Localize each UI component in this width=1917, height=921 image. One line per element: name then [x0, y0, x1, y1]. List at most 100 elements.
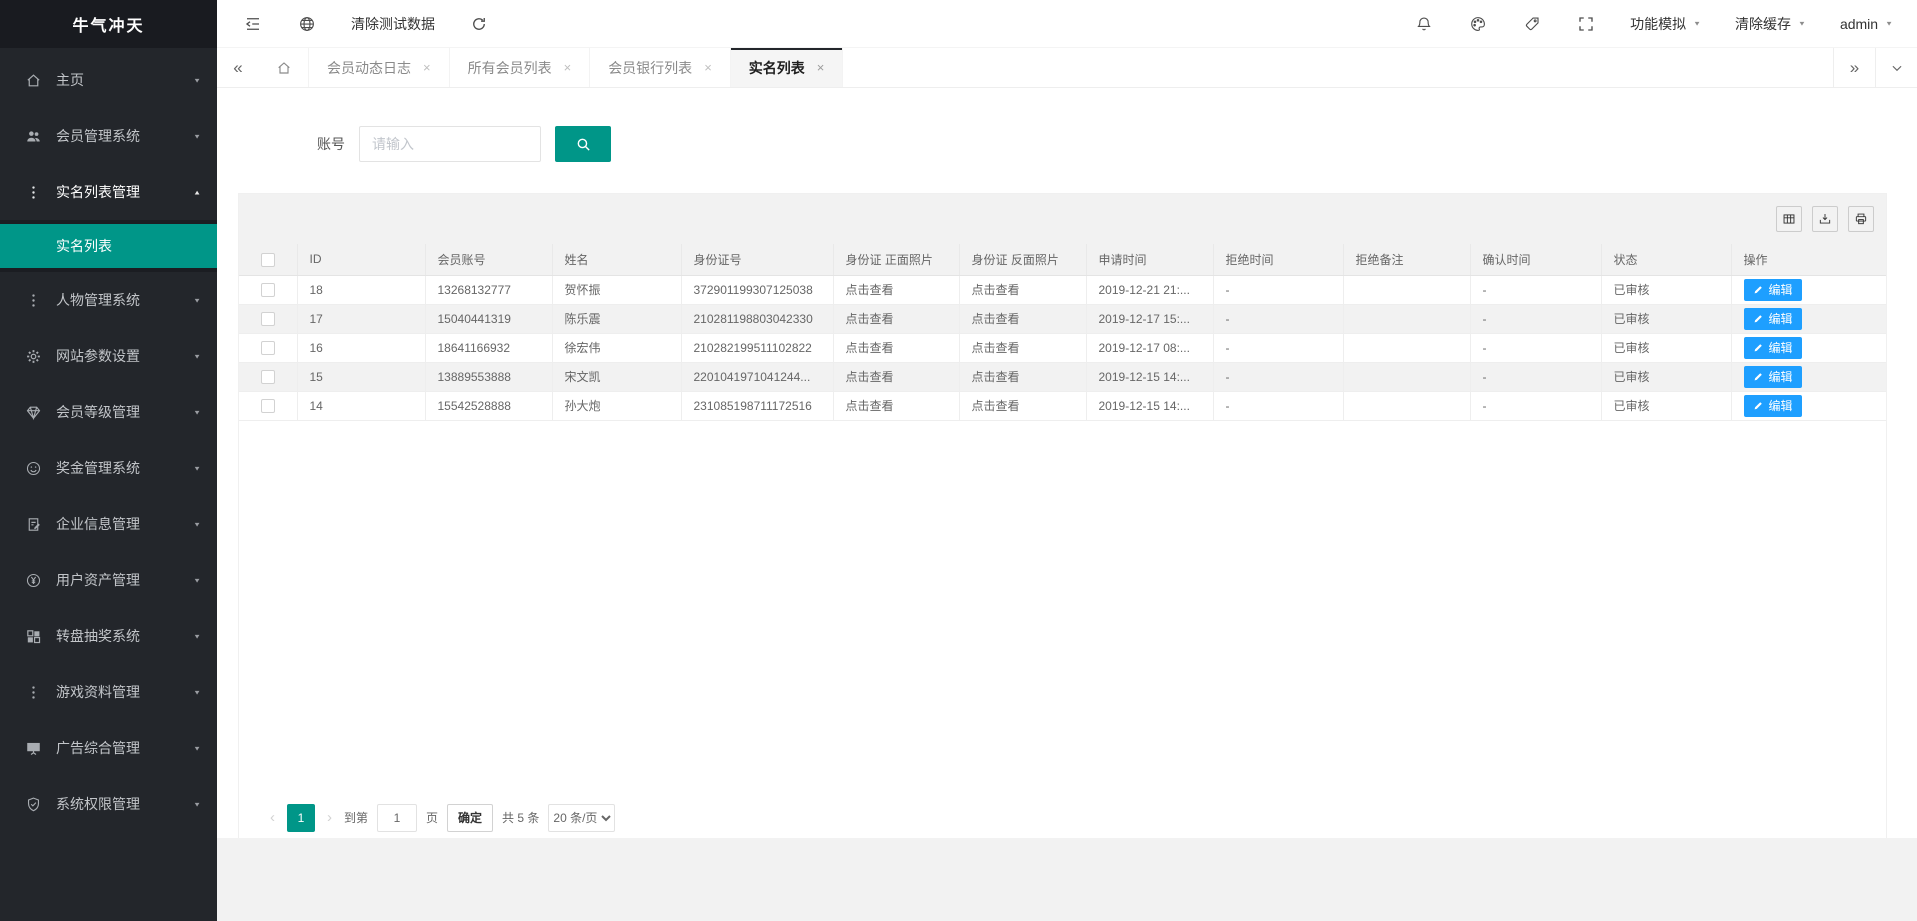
- cell-back-photo[interactable]: 点击查看: [959, 391, 1086, 420]
- caret-down-icon: ▼: [193, 576, 201, 583]
- cell-front-photo[interactable]: 点击查看: [833, 362, 959, 391]
- tabs-scroll-right-button[interactable]: »: [1833, 48, 1875, 87]
- edit-button[interactable]: 编辑: [1744, 337, 1802, 359]
- sidebar-item[interactable]: 网站参数设置▼: [0, 328, 217, 384]
- cell-front-photo[interactable]: 点击查看: [833, 391, 959, 420]
- cell-actions: 编辑: [1731, 333, 1886, 362]
- cell-id-card: 210282199511102822: [681, 333, 833, 362]
- cell-status: 已审核: [1601, 275, 1731, 304]
- search-form: 账号: [217, 88, 1917, 162]
- sidebar-item[interactable]: 主页▼: [0, 52, 217, 108]
- cell-front-photo[interactable]: 点击查看: [833, 333, 959, 362]
- cell-reject-note: [1343, 362, 1470, 391]
- cell-actions: 编辑: [1731, 304, 1886, 333]
- cell-name: 宋文凯: [552, 362, 681, 391]
- tab-close-icon[interactable]: ×: [423, 60, 431, 75]
- sidebar-item[interactable]: 游戏资料管理▼: [0, 664, 217, 720]
- cell-confirm-time: -: [1470, 275, 1601, 304]
- caret-down-icon: ▼: [193, 464, 201, 471]
- goto-page-input[interactable]: [377, 804, 417, 832]
- fullscreen-icon[interactable]: [1576, 14, 1596, 34]
- row-checkbox[interactable]: [261, 399, 275, 413]
- cell-name: 徐宏伟: [552, 333, 681, 362]
- goto-confirm-button[interactable]: 确定: [447, 804, 493, 832]
- sidebar-item-label: 转盘抽奖系统: [56, 626, 140, 646]
- topbar-left: 清除测试数据: [243, 14, 489, 34]
- home-tab[interactable]: [259, 48, 309, 87]
- home-icon: [276, 60, 292, 76]
- main-column: 清除测试数据 功能模拟: [217, 0, 1917, 921]
- clear-cache-label: 清除缓存: [1735, 14, 1791, 34]
- edit-button[interactable]: 编辑: [1744, 308, 1802, 330]
- function-simulate-menu[interactable]: 功能模拟 ▼: [1630, 14, 1701, 34]
- clear-cache-menu[interactable]: 清除缓存 ▼: [1735, 14, 1806, 34]
- tag-icon[interactable]: [1522, 14, 1542, 34]
- sidebar-item[interactable]: 转盘抽奖系统▼: [0, 608, 217, 664]
- clear-test-data-button[interactable]: 清除测试数据: [351, 14, 435, 34]
- cell-reject-time: -: [1213, 333, 1343, 362]
- search-button[interactable]: [555, 126, 611, 162]
- cell-confirm-time: -: [1470, 304, 1601, 333]
- edit-button[interactable]: 编辑: [1744, 395, 1802, 417]
- cell-back-photo[interactable]: 点击查看: [959, 362, 1086, 391]
- sidebar-item[interactable]: 实名列表管理▲: [0, 164, 217, 220]
- edit-button-label: 编辑: [1769, 281, 1793, 298]
- sidebar-item[interactable]: 人物管理系统▼: [0, 272, 217, 328]
- cell-back-photo[interactable]: 点击查看: [959, 333, 1086, 362]
- sidebar-item-label: 奖金管理系统: [56, 458, 140, 478]
- palette-icon[interactable]: [1468, 14, 1488, 34]
- export-button[interactable]: [1812, 206, 1838, 232]
- tab[interactable]: 实名列表×: [731, 48, 844, 87]
- caret-down-icon: ▼: [193, 688, 201, 695]
- page-size-select[interactable]: 20 条/页: [548, 804, 615, 832]
- globe-icon[interactable]: [297, 14, 317, 34]
- cell-confirm-time: -: [1470, 362, 1601, 391]
- caret-down-icon: ▼: [193, 800, 201, 807]
- row-checkbox[interactable]: [261, 312, 275, 326]
- admin-menu[interactable]: admin ▼: [1840, 16, 1893, 32]
- sidebar-item[interactable]: 会员等级管理▼: [0, 384, 217, 440]
- sidebar-item[interactable]: 会员管理系统▼: [0, 108, 217, 164]
- tab-close-icon[interactable]: ×: [817, 60, 825, 75]
- tab[interactable]: 所有会员列表×: [450, 48, 591, 87]
- tabs-more-button[interactable]: [1875, 48, 1917, 87]
- tab[interactable]: 会员动态日志×: [309, 48, 450, 87]
- filter-columns-button[interactable]: [1776, 206, 1802, 232]
- cell-back-photo[interactable]: 点击查看: [959, 275, 1086, 304]
- sidebar-item-label: 主页: [56, 70, 84, 90]
- sidebar-item[interactable]: 系统权限管理▼: [0, 776, 217, 832]
- realname-table: ID会员账号姓名身份证号身份证 正面照片身份证 反面照片申请时间拒绝时间拒绝备注…: [239, 244, 1886, 421]
- sidebar-item[interactable]: 广告综合管理▼: [0, 720, 217, 776]
- edit-button[interactable]: 编辑: [1744, 366, 1802, 388]
- column-header: 姓名: [552, 244, 681, 275]
- row-checkbox[interactable]: [261, 341, 275, 355]
- prev-page-button[interactable]: ‹: [267, 809, 278, 826]
- sidebar-item[interactable]: 企业信息管理▼: [0, 496, 217, 552]
- edit-button[interactable]: 编辑: [1744, 279, 1802, 301]
- current-page-button[interactable]: 1: [287, 804, 315, 832]
- account-search-input[interactable]: [359, 126, 541, 162]
- refresh-icon[interactable]: [469, 14, 489, 34]
- print-button[interactable]: [1848, 206, 1874, 232]
- sidebar-item-label: 会员管理系统: [56, 126, 140, 146]
- cell-back-photo[interactable]: 点击查看: [959, 304, 1086, 333]
- bell-icon[interactable]: [1414, 14, 1434, 34]
- row-checkbox[interactable]: [261, 370, 275, 384]
- sidebar-subitem[interactable]: 实名列表: [0, 224, 217, 268]
- sidebar-item[interactable]: 用户资产管理▼: [0, 552, 217, 608]
- smile-icon: [24, 459, 42, 477]
- cell-front-photo[interactable]: 点击查看: [833, 304, 959, 333]
- sidebar-item[interactable]: 奖金管理系统 ▼: [0, 440, 217, 496]
- tab-close-icon[interactable]: ×: [704, 60, 712, 75]
- tab-close-icon[interactable]: ×: [564, 60, 572, 75]
- table-row: 1715040441319陈乐震210281198803042330点击查看点击…: [239, 304, 1886, 333]
- collapse-sidebar-icon[interactable]: [243, 14, 263, 34]
- caret-down-icon: ▼: [1798, 20, 1806, 27]
- select-all-checkbox[interactable]: [261, 253, 275, 267]
- tab[interactable]: 会员银行列表×: [590, 48, 731, 87]
- next-page-button[interactable]: ›: [324, 809, 335, 826]
- dots-vertical-icon: [24, 291, 42, 309]
- tabs-scroll-left-button[interactable]: «: [217, 48, 259, 87]
- row-checkbox[interactable]: [261, 283, 275, 297]
- cell-front-photo[interactable]: 点击查看: [833, 275, 959, 304]
